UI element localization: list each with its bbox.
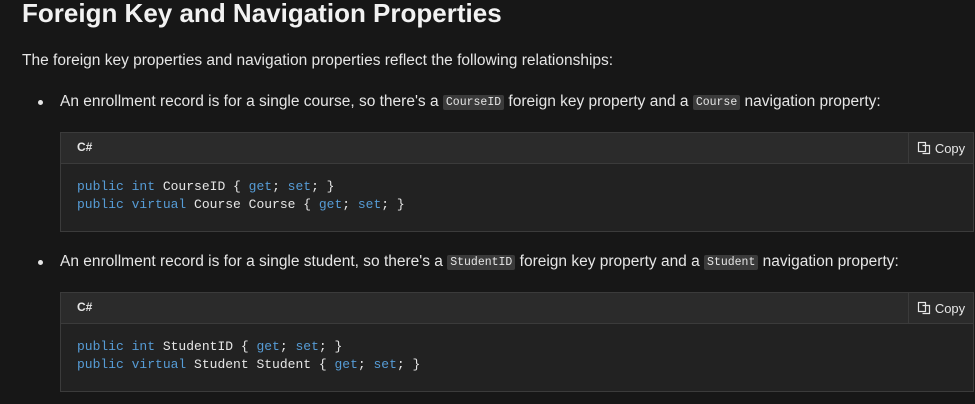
code-keyword: set [295, 339, 319, 354]
code-text: ; [272, 179, 288, 194]
code-keyword: set [287, 179, 312, 194]
code-text: Course Course { [186, 197, 319, 212]
code-block-student: C# Copy public int StudentID { get; set;… [60, 292, 974, 392]
code-block-header: C# Copy [61, 133, 973, 164]
bullet-text: navigation property: [740, 93, 881, 110]
code-keyword: set [373, 357, 397, 372]
code-text: ; } [311, 179, 335, 194]
bullet-text: foreign key property and a [515, 253, 705, 270]
copy-label: Copy [934, 140, 966, 156]
bullet-marker [38, 100, 43, 105]
code-keyword: int [131, 339, 156, 354]
code-language-label: C# [77, 140, 93, 154]
code-text: ; } [318, 339, 343, 354]
inline-code-studentid: StudentID [447, 255, 516, 270]
inline-code-course: Course [692, 95, 741, 110]
code-keyword: get [256, 339, 280, 354]
code-keyword: get [248, 179, 273, 194]
code-text: ; } [396, 357, 421, 372]
code-text: Student Student { [186, 357, 335, 372]
code-text: ; [342, 197, 358, 212]
code-keyword: public [77, 197, 124, 212]
bullet-item-student: An enrollment record is for a single stu… [60, 251, 899, 275]
code-text: ; [279, 339, 296, 354]
code-content: public int StudentID { get; set; } publi… [77, 338, 420, 374]
code-text: CourseID { [155, 179, 249, 194]
intro-paragraph: The foreign key properties and navigatio… [22, 52, 614, 69]
bullet-text: navigation property: [758, 253, 899, 270]
code-language-label: C# [77, 300, 93, 314]
bullet-text: foreign key property and a [504, 93, 693, 110]
copy-button[interactable]: Copy [908, 293, 973, 323]
code-block-header: C# Copy [61, 293, 973, 324]
code-block-course: C# Copy public int CourseID { get; set; … [60, 132, 974, 232]
bullet-text: An enrollment record is for a single cou… [60, 93, 443, 110]
code-keyword: public [77, 357, 124, 372]
code-keyword: get [334, 357, 358, 372]
copy-button[interactable]: Copy [908, 133, 973, 163]
section-heading: Foreign Key and Navigation Properties [22, 0, 502, 28]
code-keyword: get [318, 197, 343, 212]
copy-icon [917, 141, 931, 155]
code-keyword: virtual [131, 197, 187, 212]
code-keyword: virtual [131, 357, 187, 372]
bullet-item-course: An enrollment record is for a single cou… [60, 91, 881, 115]
code-keyword: int [131, 179, 156, 194]
article-content: Foreign Key and Navigation Properties Th… [22, 0, 975, 404]
code-text: ; [357, 357, 374, 372]
code-content: public int CourseID { get; set; } public… [77, 178, 405, 214]
inline-code-student: Student [704, 255, 759, 270]
copy-label: Copy [934, 300, 966, 316]
code-keyword: public [77, 339, 124, 354]
bullet-marker [38, 260, 43, 265]
copy-icon [917, 301, 931, 315]
inline-code-courseid: CourseID [442, 95, 505, 110]
code-text: ; } [381, 197, 405, 212]
bullet-text: An enrollment record is for a single stu… [60, 253, 448, 270]
code-text: StudentID { [155, 339, 257, 354]
code-keyword: set [357, 197, 382, 212]
code-keyword: public [77, 179, 124, 194]
